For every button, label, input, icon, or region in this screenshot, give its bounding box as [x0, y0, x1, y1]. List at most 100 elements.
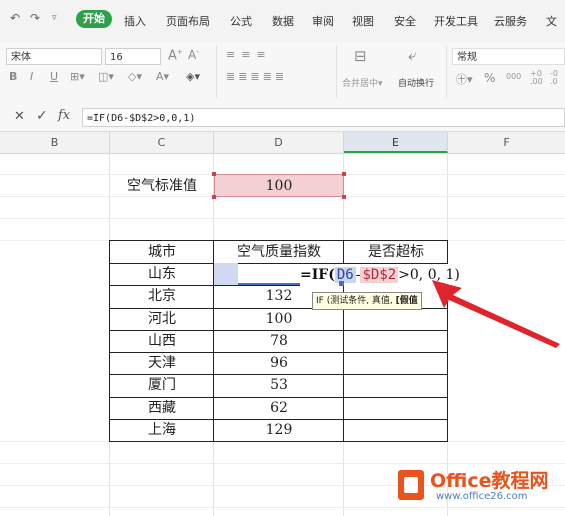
- cell-exceed[interactable]: [344, 397, 448, 419]
- column-header-b[interactable]: B: [0, 132, 110, 153]
- cell-aqi[interactable]: 129: [214, 419, 344, 441]
- font-name-value: 宋体: [11, 52, 31, 63]
- table-border: [109, 240, 110, 442]
- merge-icon[interactable]: ⊟: [354, 47, 367, 65]
- standard-value-cell[interactable]: 100: [214, 174, 344, 197]
- increase-font-icon[interactable]: A+: [168, 48, 183, 63]
- table-row-line: [109, 330, 448, 331]
- wrap-text-button[interactable]: 自动换行: [398, 76, 434, 89]
- redo-icon[interactable]: ↷: [30, 11, 40, 25]
- tab-security[interactable]: 安全: [394, 13, 416, 29]
- tab-view[interactable]: 视图: [352, 13, 374, 29]
- function-tooltip: IF (测试条件, 真值, [假值: [312, 292, 422, 310]
- merge-label: 合并居中: [342, 79, 379, 89]
- bold-icon[interactable]: B: [9, 70, 17, 83]
- cell-city[interactable]: 天津: [110, 352, 214, 374]
- merge-center-button[interactable]: 合并居中▾: [342, 76, 383, 89]
- column-header-e[interactable]: E: [344, 132, 448, 153]
- tooltip-bold: [假值: [395, 296, 418, 306]
- standard-value-label[interactable]: 空气标准值: [110, 175, 214, 197]
- cell-city[interactable]: 上海: [110, 419, 214, 441]
- underline-icon[interactable]: U: [50, 70, 58, 83]
- formula-input[interactable]: =IF(D6-$D$2>0,0,1): [82, 108, 565, 127]
- clear-format-icon[interactable]: ◈▾: [186, 70, 200, 83]
- table-border: [109, 240, 448, 241]
- header-aqi[interactable]: 空气质量指数: [214, 241, 344, 263]
- number-format-select[interactable]: 常规: [452, 48, 565, 65]
- cell-aqi[interactable]: 96: [214, 352, 344, 374]
- office-logo-icon: [398, 470, 424, 500]
- table-row-line: [109, 397, 448, 398]
- formula-prefix: =IF(: [300, 267, 335, 283]
- tab-insert[interactable]: 插入: [124, 13, 146, 29]
- cell-city[interactable]: 厦门: [110, 374, 214, 396]
- italic-icon[interactable]: I: [30, 70, 33, 83]
- font-size-select[interactable]: 16: [105, 48, 161, 65]
- divider: [216, 46, 217, 98]
- tab-data[interactable]: 数据: [272, 13, 294, 29]
- grid-line: [0, 507, 565, 508]
- ref-handle: [212, 195, 216, 199]
- border-icon[interactable]: ⊞▾: [70, 70, 85, 83]
- cell-aqi[interactable]: 78: [214, 330, 344, 352]
- currency-icon[interactable]: ㊉▾: [456, 71, 473, 87]
- tab-more[interactable]: 文: [546, 13, 557, 29]
- thousands-icon[interactable]: 000: [506, 72, 521, 81]
- formula-ref-d6: D6: [334, 267, 356, 283]
- font-name-select[interactable]: 宋体: [6, 48, 102, 65]
- formula-bar: ✕ ✓ fx =IF(D6-$D$2>0,0,1): [0, 104, 565, 132]
- undo-icon[interactable]: ↶: [10, 11, 20, 25]
- ribbon-toolbar: 宋体 16 A+ A- B I U ⊞▾ ◫▾ ◇▾ A▾ ◈▾ ≡≡≡ ≣≣≣…: [0, 42, 565, 105]
- cell-aqi[interactable]: 62: [214, 397, 344, 419]
- cell-aqi[interactable]: 100: [214, 308, 344, 330]
- tab-review[interactable]: 审阅: [312, 13, 334, 29]
- table-row-line: [109, 352, 448, 353]
- divider: [446, 46, 447, 98]
- tab-page-layout[interactable]: 页面布局: [166, 13, 210, 29]
- table-row-line: [109, 374, 448, 375]
- decimal-decrease-icon[interactable]: -0.0: [550, 70, 558, 86]
- grid-line: [0, 463, 565, 464]
- cell-city[interactable]: 河北: [110, 308, 214, 330]
- cell-city[interactable]: 山东: [110, 263, 214, 285]
- font-color-icon[interactable]: A▾: [156, 70, 169, 83]
- cell-city[interactable]: 山西: [110, 330, 214, 352]
- cell-exceed[interactable]: [344, 374, 448, 396]
- font-size-value: 16: [110, 52, 123, 63]
- tab-home[interactable]: 开始: [76, 10, 112, 28]
- red-arrow-icon: [432, 280, 560, 348]
- cancel-icon[interactable]: ✕: [14, 109, 25, 124]
- highlight-icon[interactable]: ◇▾: [128, 70, 142, 83]
- tab-formula[interactable]: 公式: [230, 13, 252, 29]
- fill-handle[interactable]: [339, 281, 344, 286]
- formula-ref-d2: $D$2: [360, 267, 399, 283]
- tab-cloud[interactable]: 云服务: [494, 13, 527, 29]
- header-exceed[interactable]: 是否超标: [344, 241, 448, 263]
- wrap-text-icon[interactable]: ⤶: [408, 46, 416, 64]
- cell-exceed[interactable]: [344, 419, 448, 441]
- align-top-icons[interactable]: ≡≡≡: [226, 48, 272, 61]
- align-horizontal-icons[interactable]: ≣≣≣≣≣: [226, 70, 287, 83]
- percent-icon[interactable]: %: [484, 71, 495, 85]
- fill-color-icon[interactable]: ◫▾: [98, 70, 114, 83]
- cell-exceed[interactable]: [344, 352, 448, 374]
- cell-aqi[interactable]: 53: [214, 374, 344, 396]
- confirm-icon[interactable]: ✓: [36, 108, 48, 124]
- cell-city[interactable]: 北京: [110, 285, 214, 307]
- column-header-c[interactable]: C: [110, 132, 214, 153]
- column-header-f[interactable]: F: [448, 132, 565, 153]
- column-header-d[interactable]: D: [214, 132, 344, 153]
- ref-handle: [212, 172, 216, 176]
- selected-cell-d6[interactable]: [214, 263, 238, 285]
- number-format-value: 常规: [457, 52, 477, 63]
- cell-city[interactable]: 西藏: [110, 397, 214, 419]
- tab-developer[interactable]: 开发工具: [434, 13, 478, 29]
- table-border: [109, 441, 448, 442]
- decrease-font-icon[interactable]: A-: [188, 48, 199, 62]
- decimal-increase-icon[interactable]: +0.00: [530, 70, 543, 86]
- header-city[interactable]: 城市: [110, 241, 214, 263]
- divider: [336, 46, 337, 98]
- watermark-brand: Office教程网: [430, 470, 549, 492]
- fx-icon[interactable]: fx: [58, 108, 70, 123]
- quick-access-dropdown-icon[interactable]: ▿: [52, 13, 57, 23]
